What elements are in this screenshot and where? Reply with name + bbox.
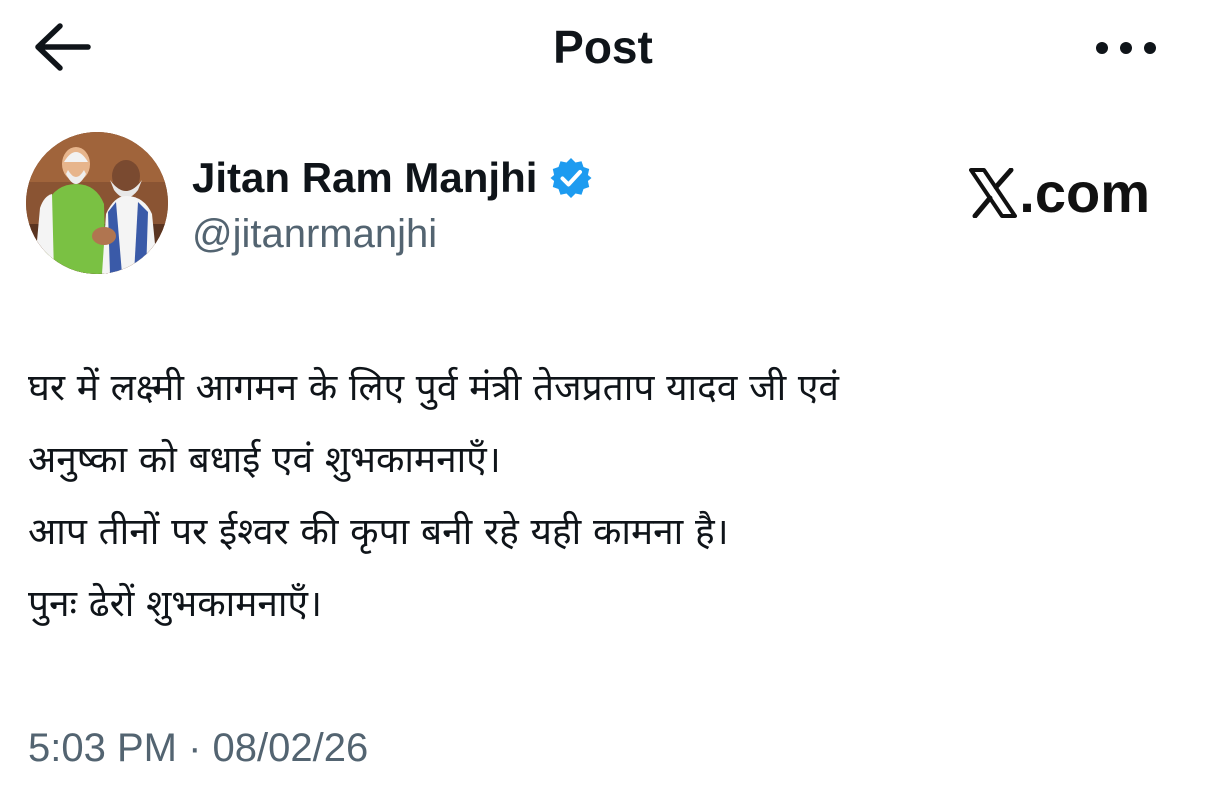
x-com-watermark: .com [969, 160, 1150, 226]
more-options-button[interactable] [1088, 28, 1164, 68]
watermark-text: .com [1019, 161, 1150, 224]
post-timestamp[interactable]: 5:03 PM · 08/02/26 [28, 722, 368, 774]
author-handle[interactable]: @jitanrmanjhi [192, 208, 437, 260]
author-display-name[interactable]: Jitan Ram Manjhi [192, 152, 537, 204]
avatar[interactable] [26, 132, 168, 274]
top-bar: Post [0, 0, 1206, 96]
x-logo-icon [969, 168, 1018, 218]
tweet-line: आप तीनों पर ईश्वर की कृपा बनी रहे यही का… [28, 510, 729, 553]
arrow-left-icon [35, 23, 91, 71]
verified-badge-icon[interactable] [549, 156, 593, 200]
tweet-line: घर में लक्ष्मी आगमन के लिए पुर्व मंत्री … [28, 366, 839, 409]
tweet-line: अनुष्का को बधाई एवं शुभकामनाएँ। [28, 438, 501, 481]
tweet-text: घर में लक्ष्मी आगमन के लिए पुर्व मंत्री … [28, 352, 1188, 640]
ellipsis-horizontal-icon [1096, 42, 1156, 54]
back-button[interactable] [30, 22, 94, 72]
avatar-photo [26, 132, 168, 274]
author-name-row: Jitan Ram Manjhi [192, 148, 593, 208]
tweet-line: पुनः ढेरों शुभकामनाएँ। [28, 582, 322, 625]
page-title: Post [553, 21, 653, 73]
